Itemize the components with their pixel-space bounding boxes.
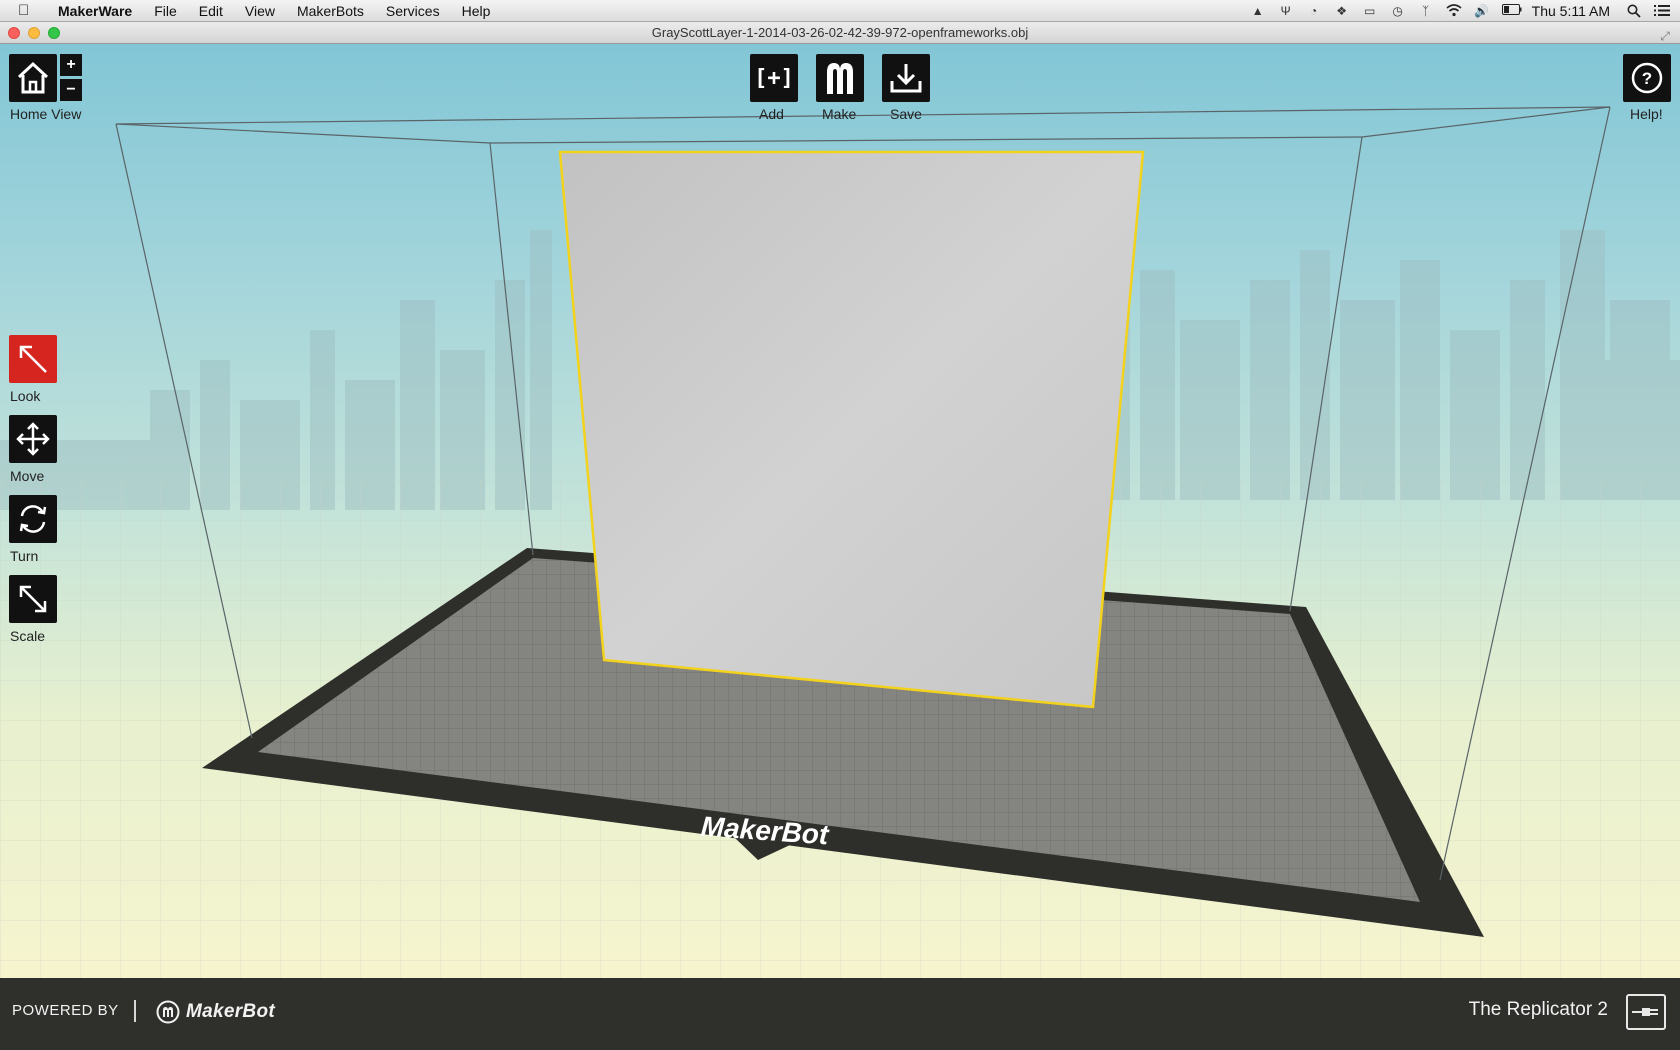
footer-bar: POWERED BY MakerBot The Replicator 2 [0, 978, 1680, 1050]
turn-label: Turn [10, 548, 39, 564]
svg-text:?: ? [1642, 69, 1652, 88]
window-title: GrayScottLayer-1-2014-03-26-02-42-39-972… [651, 25, 1029, 40]
zoom-in-button[interactable]: + [60, 54, 82, 76]
menu-edit[interactable]: Edit [188, 3, 234, 19]
fullscreen-icon[interactable]: ⤢ [1658, 26, 1672, 43]
home-view-button[interactable] [9, 54, 57, 102]
make-label: Make [822, 106, 857, 122]
menu-help[interactable]: Help [451, 3, 502, 19]
wifi-icon[interactable] [1446, 3, 1462, 18]
menu-services[interactable]: Services [375, 3, 451, 19]
build-viewport[interactable]: MakerBot Home View + − [+] Add Make Save… [0, 44, 1680, 978]
window-zoom-button[interactable] [48, 27, 60, 39]
menu-clock[interactable]: Thu 5:11 AM [1532, 3, 1610, 19]
help-question-icon: ? [1631, 62, 1663, 94]
move-arrows-icon [16, 422, 50, 456]
sync-clock-icon[interactable]: ◔ [1306, 4, 1322, 18]
window-minimize-button[interactable] [28, 27, 40, 39]
airplay-display-icon[interactable]: ▭ [1362, 4, 1378, 18]
window-titlebar: GrayScottLayer-1-2014-03-26-02-42-39-972… [0, 22, 1680, 44]
add-button[interactable]: [+] [750, 54, 798, 102]
menu-app-name[interactable]: MakerWare [54, 3, 143, 19]
move-tool-button[interactable] [9, 415, 57, 463]
makerbot-logo: MakerBot [156, 999, 275, 1025]
network-antenna-icon[interactable]: Ψ [1278, 4, 1294, 18]
window-close-button[interactable] [8, 27, 20, 39]
save-button[interactable] [882, 54, 930, 102]
zoom-out-button[interactable]: − [60, 79, 82, 101]
scale-tool-button[interactable] [9, 575, 57, 623]
download-icon [890, 64, 922, 93]
scale-label: Scale [10, 628, 46, 644]
scale-diagonal-icon [19, 585, 47, 613]
spotlight-search-icon[interactable] [1626, 4, 1642, 18]
printer-name[interactable]: The Replicator 2 [1469, 999, 1608, 1021]
make-button[interactable] [816, 54, 864, 102]
makerbot-logo-text: MakerBot [186, 1001, 275, 1022]
apple-menu-icon[interactable]:  [18, 2, 40, 19]
home-icon [17, 61, 49, 94]
status-area: ▲ Ψ ◔ ❖ ▭ ◷ ᛉ 🔊 Thu 5:11 AM [1244, 0, 1680, 22]
move-label: Move [10, 468, 45, 484]
bluetooth-icon[interactable]: ᛉ [1418, 4, 1434, 18]
menu-file[interactable]: File [143, 3, 188, 19]
add-label: Add [759, 106, 784, 122]
save-label: Save [890, 106, 922, 122]
time-machine-icon[interactable]: ◷ [1390, 4, 1406, 18]
look-label: Look [10, 388, 41, 404]
look-tool-button[interactable] [9, 335, 57, 383]
look-arrow-icon [19, 345, 47, 373]
powered-by-text: POWERED BY [12, 1002, 119, 1019]
battery-icon[interactable] [1501, 3, 1522, 18]
menu-bar:  MakerWare File Edit View MakerBots Ser… [0, 0, 1680, 22]
printer-connection-icon[interactable] [1626, 994, 1666, 1030]
scene-canvas[interactable]: MakerBot [0, 44, 1680, 978]
add-bracket-icon: [+] [754, 65, 794, 91]
makerbot-m-icon [827, 63, 853, 94]
menu-makerbots[interactable]: MakerBots [286, 3, 375, 19]
home-view-label: Home View [10, 106, 82, 122]
dropbox-icon[interactable]: ❖ [1334, 4, 1350, 18]
turn-tool-button[interactable] [9, 495, 57, 543]
volume-icon[interactable]: 🔊 [1474, 4, 1490, 18]
makerbot-logo-icon [156, 1000, 180, 1024]
help-button[interactable]: ? [1623, 54, 1671, 102]
menu-view[interactable]: View [234, 3, 286, 19]
notification-center-icon[interactable] [1654, 4, 1670, 18]
footer-divider [134, 1000, 136, 1022]
rotate-icon [19, 505, 47, 533]
selected-model[interactable] [558, 150, 1145, 709]
help-label: Help! [1630, 106, 1663, 122]
notification-bell-icon[interactable]: ▲ [1250, 4, 1266, 18]
